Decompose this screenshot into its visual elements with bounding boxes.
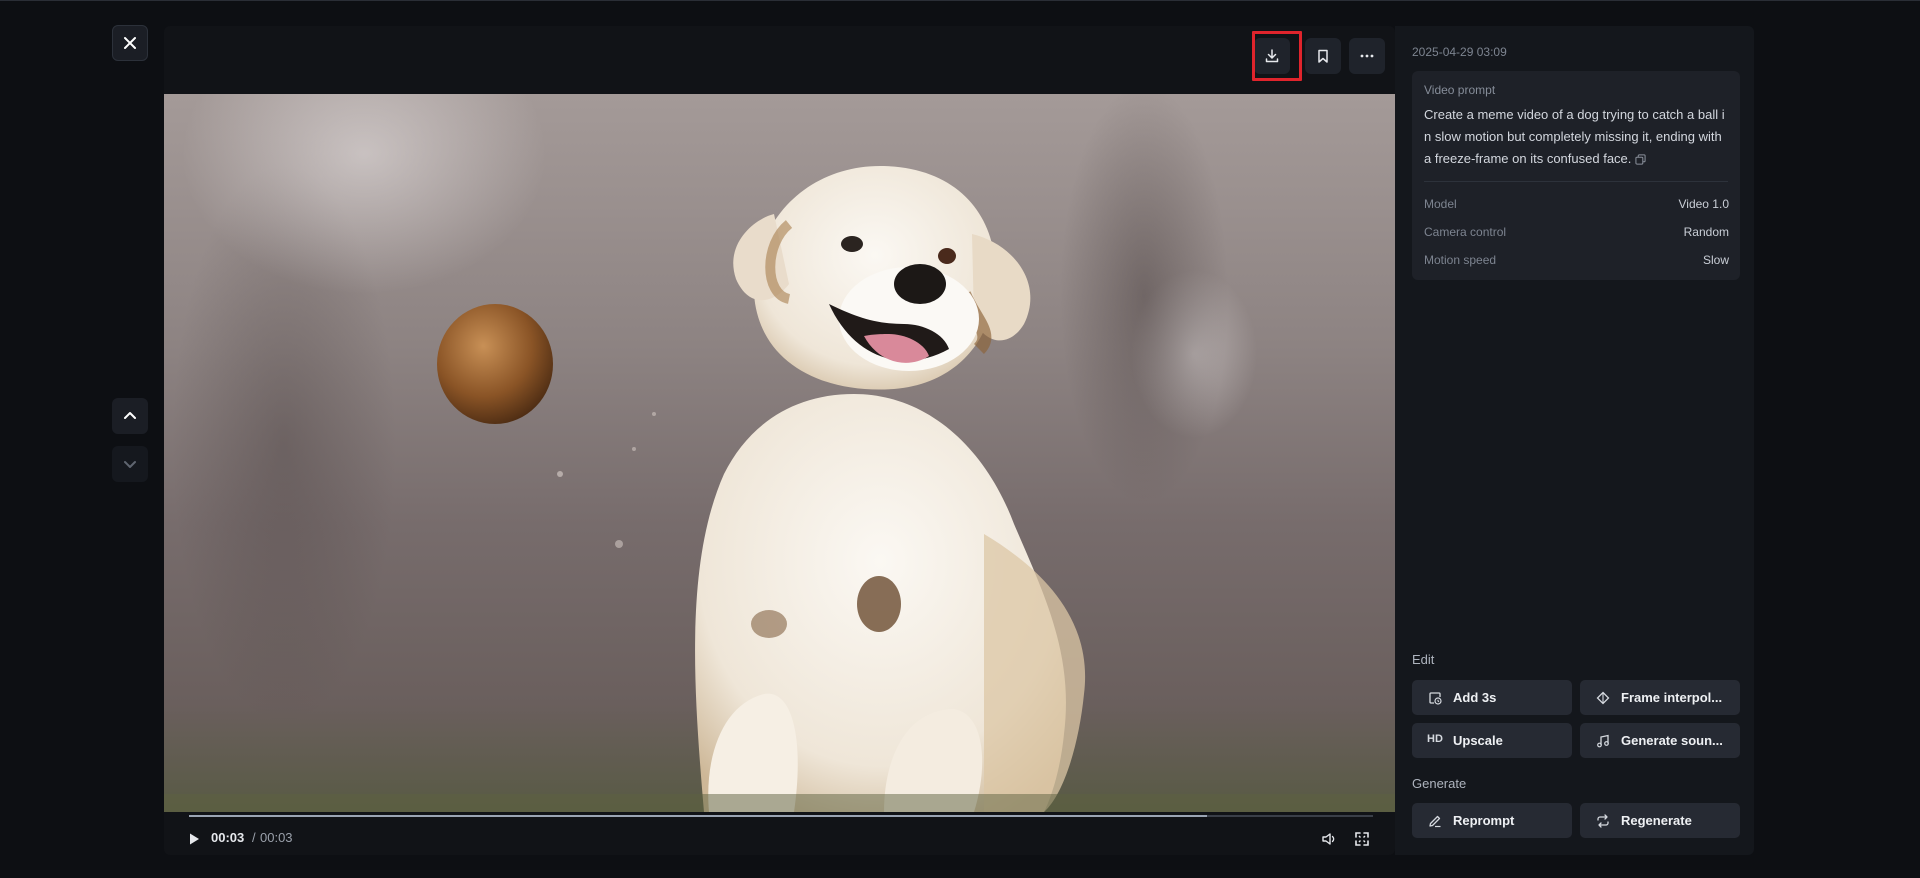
button-label: Generate soun... xyxy=(1621,733,1723,748)
close-button[interactable] xyxy=(112,25,148,61)
prompt-text: Create a meme video of a dog trying to c… xyxy=(1424,104,1729,170)
video-player: 00:03 / 00:03 xyxy=(164,26,1395,855)
bookmark-icon xyxy=(1318,49,1328,63)
copy-icon[interactable] xyxy=(1635,154,1646,165)
hd-icon: HD xyxy=(1427,733,1443,745)
download-button[interactable] xyxy=(1254,38,1290,74)
download-icon xyxy=(1265,49,1279,63)
button-label: Regenerate xyxy=(1621,813,1692,828)
bookmark-button[interactable] xyxy=(1305,38,1341,74)
fullscreen-button[interactable] xyxy=(1354,831,1370,847)
pencil-icon xyxy=(1429,815,1441,828)
repeat-icon xyxy=(1597,814,1609,828)
playback-controls: 00:03 / 00:03 xyxy=(164,818,1395,855)
meta-key: Motion speed xyxy=(1424,253,1497,267)
more-horizontal-icon xyxy=(1360,54,1374,58)
button-label: Upscale xyxy=(1453,733,1503,748)
meta-row-camera-control: Camera control Random xyxy=(1424,225,1729,241)
prompt-text-content: Create a meme video of a dog trying to c… xyxy=(1424,107,1725,166)
total-time: 00:03 xyxy=(260,830,293,845)
regenerate-button[interactable]: Regenerate xyxy=(1580,803,1740,838)
button-label: Reprompt xyxy=(1453,813,1515,828)
window-top-border xyxy=(0,0,1920,1)
volume-button[interactable] xyxy=(1321,831,1337,847)
diamond-arrows-icon xyxy=(1596,691,1610,705)
volume-icon xyxy=(1322,833,1335,845)
chevron-up-icon xyxy=(124,412,136,419)
generate-sound-button[interactable]: Generate soun... xyxy=(1580,723,1740,758)
meta-row-model: Model Video 1.0 xyxy=(1424,197,1729,213)
meta-value: Video 1.0 xyxy=(1678,197,1730,211)
music-note-icon xyxy=(1597,734,1609,748)
divider xyxy=(1424,181,1728,182)
frame-interpolation-button[interactable]: Frame interpol... xyxy=(1580,680,1740,715)
next-item-button[interactable] xyxy=(112,446,148,482)
button-label: Add 3s xyxy=(1453,690,1497,705)
video-frame[interactable] xyxy=(164,94,1395,812)
edit-section-label: Edit xyxy=(1412,652,1435,667)
fullscreen-icon xyxy=(1355,832,1369,846)
play-button[interactable] xyxy=(186,831,202,847)
clock-plus-icon xyxy=(1429,692,1442,705)
add-3s-button[interactable]: Add 3s xyxy=(1412,680,1572,715)
meta-key: Model xyxy=(1424,197,1457,211)
player-toolbar xyxy=(164,26,1395,94)
previous-item-button[interactable] xyxy=(112,398,148,434)
close-icon xyxy=(124,37,136,49)
button-label: Frame interpol... xyxy=(1621,690,1723,705)
meta-value: Slow xyxy=(1702,253,1729,267)
prompt-card: Video prompt Create a meme video of a do… xyxy=(1412,71,1740,280)
upscale-button[interactable]: HD Upscale xyxy=(1412,723,1572,758)
time-separator: / xyxy=(252,830,256,845)
chevron-down-icon xyxy=(124,461,136,468)
meta-key: Camera control xyxy=(1424,225,1507,239)
more-options-button[interactable] xyxy=(1349,38,1385,74)
video-still-dog-and-ball xyxy=(164,165,1395,812)
progress-bar-fill xyxy=(189,815,1208,817)
created-timestamp: 2025-04-29 03:09 xyxy=(1412,45,1507,59)
progress-bar[interactable] xyxy=(189,815,1373,817)
reprompt-button[interactable]: Reprompt xyxy=(1412,803,1572,838)
meta-row-motion-speed: Motion speed Slow xyxy=(1424,253,1729,269)
prompt-label: Video prompt xyxy=(1424,83,1496,97)
current-time: 00:03 xyxy=(211,830,245,845)
generate-section-label: Generate xyxy=(1412,776,1467,791)
details-panel: 2025-04-29 03:09 Video prompt Create a m… xyxy=(1395,26,1754,855)
play-icon xyxy=(190,833,199,845)
meta-value: Random xyxy=(1683,225,1729,239)
